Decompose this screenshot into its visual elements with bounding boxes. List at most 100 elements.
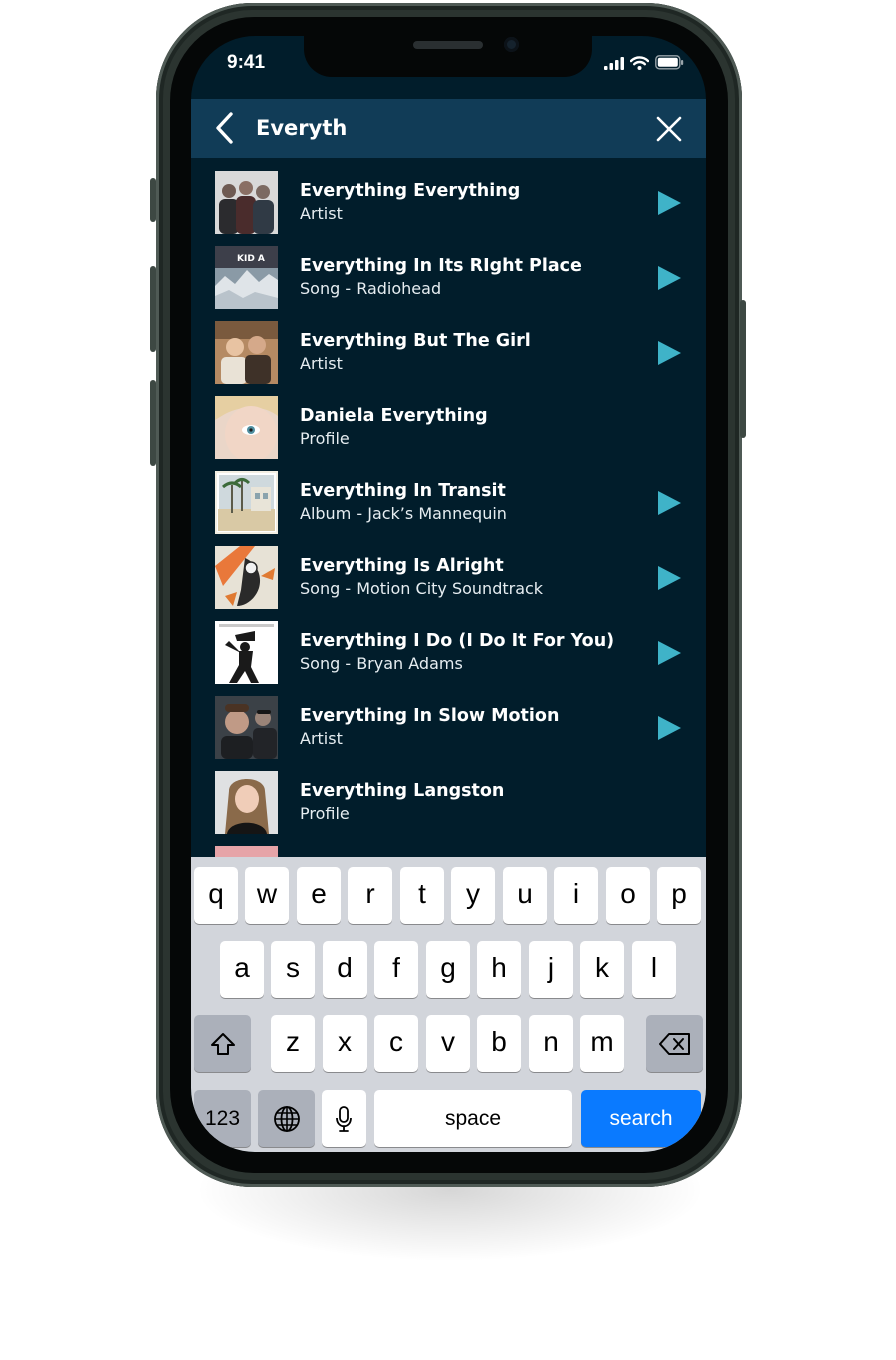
play-icon xyxy=(658,566,681,590)
result-title: Everything Everything xyxy=(300,181,521,201)
shift-icon xyxy=(210,1032,235,1055)
key-q[interactable]: q xyxy=(194,867,238,924)
key-w[interactable]: w xyxy=(245,867,289,924)
key-h[interactable]: h xyxy=(477,941,521,998)
power-button xyxy=(740,300,746,438)
album-cover: KID A xyxy=(215,246,278,309)
key-d[interactable]: d xyxy=(323,941,367,998)
result-row[interactable]: Daniela Everything Profile xyxy=(191,383,706,459)
status-icons xyxy=(604,55,684,71)
result-row[interactable]: Everything I Do (I Do It For You) Song -… xyxy=(191,608,706,684)
search-results-list: Everything Everything Artist KID A Every… xyxy=(191,158,706,909)
key-c[interactable]: c xyxy=(374,1015,418,1072)
profile-photo xyxy=(215,396,278,459)
artist-photo xyxy=(215,171,278,234)
search-key[interactable]: search xyxy=(581,1090,701,1147)
key-v[interactable]: v xyxy=(426,1015,470,1072)
search-input[interactable]: Everyth xyxy=(256,116,347,140)
key-f[interactable]: f xyxy=(374,941,418,998)
chevron-left-icon xyxy=(216,112,233,144)
key-r[interactable]: r xyxy=(348,867,392,924)
key-o[interactable]: o xyxy=(606,867,650,924)
battery-icon xyxy=(655,55,684,70)
play-button[interactable] xyxy=(656,490,682,516)
phone-screen: 9:41 Everyth Everything Everything Artis… xyxy=(191,36,706,1152)
play-button[interactable] xyxy=(656,340,682,366)
status-time: 9:41 xyxy=(227,52,266,73)
clear-search-button[interactable] xyxy=(650,110,688,148)
result-subtitle: Song - Radiohead xyxy=(300,279,442,298)
key-p[interactable]: p xyxy=(657,867,701,924)
key-l[interactable]: l xyxy=(632,941,676,998)
result-row[interactable]: Everything But The Girl Artist xyxy=(191,308,706,384)
key-n[interactable]: n xyxy=(529,1015,573,1072)
key-u[interactable]: u xyxy=(503,867,547,924)
song-cover xyxy=(215,621,278,684)
key-s[interactable]: s xyxy=(271,941,315,998)
result-row[interactable]: KID A Everything In Its RIght Place Song… xyxy=(191,233,706,309)
numbers-key[interactable]: 123 xyxy=(194,1090,251,1147)
key-g[interactable]: g xyxy=(426,941,470,998)
play-icon xyxy=(658,266,681,290)
backspace-key[interactable] xyxy=(646,1015,703,1072)
play-button[interactable] xyxy=(656,265,682,291)
key-x[interactable]: x xyxy=(323,1015,367,1072)
globe-icon xyxy=(273,1105,300,1132)
close-icon xyxy=(656,116,682,142)
key-z[interactable]: z xyxy=(271,1015,315,1072)
play-icon xyxy=(658,641,681,665)
play-button[interactable] xyxy=(656,640,682,666)
result-subtitle: Song - Motion City Soundtrack xyxy=(300,579,544,598)
result-subtitle: Profile xyxy=(300,804,350,823)
result-title: Daniela Everything xyxy=(300,406,488,426)
result-row[interactable]: Everything Is Alright Song - Motion City… xyxy=(191,533,706,609)
result-row[interactable]: Everything Everything Artist xyxy=(191,158,706,234)
play-icon xyxy=(658,191,681,215)
result-title: Everything Is Alright xyxy=(300,556,504,576)
play-icon xyxy=(658,716,681,740)
space-key[interactable]: space xyxy=(374,1090,572,1147)
globe-key[interactable] xyxy=(258,1090,315,1147)
key-a[interactable]: a xyxy=(220,941,264,998)
result-subtitle: Artist xyxy=(300,354,343,373)
signal-icon xyxy=(604,57,624,70)
dictation-key[interactable] xyxy=(322,1090,366,1147)
result-row[interactable]: Everything In Slow Motion Artist xyxy=(191,683,706,759)
result-title: Everything In Transit xyxy=(300,481,506,501)
album-cover xyxy=(215,471,278,534)
play-icon xyxy=(658,491,681,515)
key-b[interactable]: b xyxy=(477,1015,521,1072)
result-subtitle: Artist xyxy=(300,204,343,223)
key-j[interactable]: j xyxy=(529,941,573,998)
result-title: Everything I Do (I Do It For You) xyxy=(300,631,615,651)
artist-photo xyxy=(215,696,278,759)
song-cover xyxy=(215,546,278,609)
speaker-grille xyxy=(413,41,483,49)
play-button[interactable] xyxy=(656,715,682,741)
key-t[interactable]: t xyxy=(400,867,444,924)
front-camera xyxy=(504,37,519,52)
key-k[interactable]: k xyxy=(580,941,624,998)
result-title: Everything But The Girl xyxy=(300,331,531,351)
volume-up-button xyxy=(150,266,156,352)
result-title: Everything In Its RIght Place xyxy=(300,256,582,276)
result-title: Everything Langston xyxy=(300,781,505,801)
silent-switch xyxy=(150,178,156,222)
shift-key[interactable] xyxy=(194,1015,251,1072)
album-cover-text: KID A xyxy=(237,254,265,264)
notch xyxy=(304,36,592,77)
back-button[interactable] xyxy=(207,109,247,149)
key-m[interactable]: m xyxy=(580,1015,624,1072)
play-button[interactable] xyxy=(656,190,682,216)
result-row[interactable]: Everything Langston Profile xyxy=(191,758,706,834)
key-y[interactable]: y xyxy=(451,867,495,924)
key-i[interactable]: i xyxy=(554,867,598,924)
volume-down-button xyxy=(150,380,156,466)
play-button[interactable] xyxy=(656,565,682,591)
search-header: Everyth xyxy=(191,99,706,158)
key-e[interactable]: e xyxy=(297,867,341,924)
wifi-icon xyxy=(630,56,649,70)
result-row[interactable]: Everything In Transit Album - Jack’s Man… xyxy=(191,458,706,534)
profile-photo xyxy=(215,771,278,834)
result-subtitle: Profile xyxy=(300,429,350,448)
